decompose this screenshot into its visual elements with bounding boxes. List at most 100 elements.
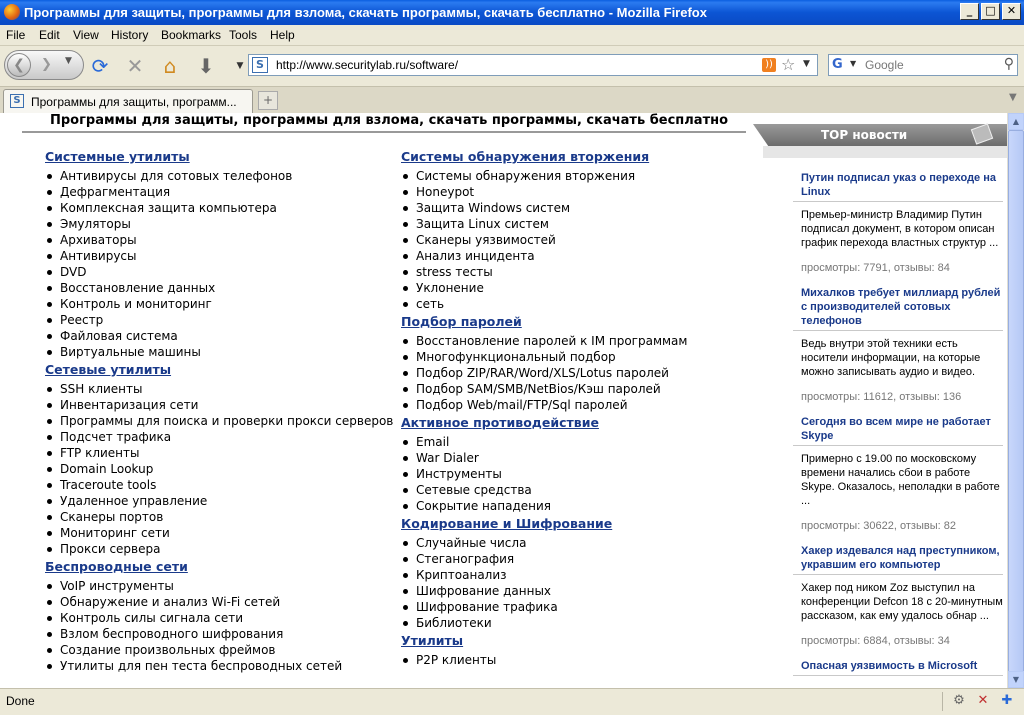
category-link[interactable]: Кодирование и Шифрование bbox=[401, 516, 612, 531]
search-box[interactable]: G ▼ Google ⚲ bbox=[828, 54, 1018, 76]
list-item-label[interactable]: War Dialer bbox=[416, 451, 479, 465]
list-item-label[interactable]: Стеганография bbox=[416, 552, 514, 566]
list-item-label[interactable]: stress тесты bbox=[416, 265, 493, 279]
list-item-label[interactable]: Инструменты bbox=[416, 467, 502, 481]
blocked-download-icon[interactable]: ✕ bbox=[975, 693, 991, 709]
stop-icon[interactable]: ✕ bbox=[123, 54, 147, 78]
list-item-label[interactable]: Сканеры уязвимостей bbox=[416, 233, 556, 247]
list-item-label[interactable]: Антивирусы для сотовых телефонов bbox=[60, 169, 292, 183]
category-link[interactable]: Системы обнаружения вторжения bbox=[401, 149, 649, 164]
news-headline-link[interactable]: Хакер издевался над преступником, укравш… bbox=[793, 544, 1003, 575]
list-item-label[interactable]: Прокси сервера bbox=[60, 542, 160, 556]
list-item-label[interactable]: Подбор SAM/SMB/NetBios/Кэш паролей bbox=[416, 382, 661, 396]
close-button[interactable]: ✕ bbox=[1002, 3, 1021, 20]
scroll-down-button[interactable]: ▼ bbox=[1008, 671, 1024, 688]
category-link[interactable]: Активное противодействие bbox=[401, 415, 599, 430]
url-dropdown-icon[interactable]: ▼ bbox=[803, 59, 810, 69]
list-item-label[interactable]: Honeypot bbox=[416, 185, 474, 199]
list-item-label[interactable]: Виртуальные машины bbox=[60, 345, 201, 359]
list-item-label[interactable]: Удаленное управление bbox=[60, 494, 207, 508]
list-item-label[interactable]: Контроль и мониторинг bbox=[60, 297, 212, 311]
category-link[interactable]: Утилиты bbox=[401, 633, 463, 648]
news-headline-link[interactable]: Опасная уязвимость в Microsoft bbox=[793, 659, 1003, 676]
list-item-label[interactable]: Комплексная защита компьютера bbox=[60, 201, 277, 215]
category-link[interactable]: Системные утилиты bbox=[45, 149, 190, 164]
search-input[interactable]: Google bbox=[865, 58, 904, 72]
google-engine-icon[interactable]: G bbox=[832, 57, 848, 73]
list-item-label[interactable]: VoIP инструменты bbox=[60, 579, 174, 593]
menu-history[interactable]: History bbox=[111, 28, 148, 42]
list-item-label[interactable]: Мониторинг сети bbox=[60, 526, 170, 540]
list-item-label[interactable]: Сетевые средства bbox=[416, 483, 532, 497]
list-item-label[interactable]: Подсчет трафика bbox=[60, 430, 171, 444]
list-item-label[interactable]: FTP клиенты bbox=[60, 446, 139, 460]
category-link[interactable]: Сетевые утилиты bbox=[45, 362, 171, 377]
forward-button[interactable]: ❯ bbox=[41, 57, 52, 72]
url-bar[interactable]: S http://www.securitylab.ru/software/ ))… bbox=[248, 54, 818, 76]
back-button[interactable]: ❮ bbox=[7, 53, 31, 77]
news-headline-link[interactable]: Михалков требует миллиард рублей с произ… bbox=[793, 286, 1003, 331]
list-item-label[interactable]: DVD bbox=[60, 265, 86, 279]
engine-dropdown-icon[interactable]: ▼ bbox=[850, 59, 856, 68]
list-item-label[interactable]: Утилиты для пен теста беспроводных сетей bbox=[60, 659, 342, 673]
bookmark-star-icon[interactable]: ☆ bbox=[781, 55, 795, 74]
menu-bookmarks[interactable]: Bookmarks bbox=[161, 28, 221, 42]
list-item-label[interactable]: Архиваторы bbox=[60, 233, 137, 247]
list-item-label[interactable]: Анализ инцидента bbox=[416, 249, 535, 263]
addon-status-icon[interactable]: ✚ bbox=[999, 693, 1015, 709]
list-item-label[interactable]: Создание произвольных фреймов bbox=[60, 643, 276, 657]
menu-view[interactable]: View bbox=[73, 28, 99, 42]
news-headline-link[interactable]: Сегодня во всем мире не работает Skype bbox=[793, 415, 1003, 446]
list-item-label[interactable]: Эмуляторы bbox=[60, 217, 131, 231]
download-icon[interactable]: ⬇ bbox=[194, 54, 218, 78]
network-icon[interactable]: ⚙ bbox=[951, 693, 967, 709]
list-item-label[interactable]: Дефрагментация bbox=[60, 185, 170, 199]
list-item-label[interactable]: Файловая система bbox=[60, 329, 178, 343]
list-item-label[interactable]: Email bbox=[416, 435, 449, 449]
list-item-label[interactable]: Сокрытие нападения bbox=[416, 499, 551, 513]
list-item-label[interactable]: Системы обнаружения вторжения bbox=[416, 169, 635, 183]
list-item-label[interactable]: сеть bbox=[416, 297, 444, 311]
rss-feed-icon[interactable]: )) bbox=[762, 58, 776, 72]
list-item-label[interactable]: Защита Windows систем bbox=[416, 201, 570, 215]
list-item-label[interactable]: Шифрование трафика bbox=[416, 600, 558, 614]
new-tab-button[interactable]: + bbox=[258, 91, 278, 110]
menu-help[interactable]: Help bbox=[270, 28, 295, 42]
list-item-label[interactable]: Случайные числа bbox=[416, 536, 526, 550]
tab-list-icon[interactable]: ▼ bbox=[1009, 92, 1017, 103]
list-item-label[interactable]: Антивирусы bbox=[60, 249, 137, 263]
list-item-label[interactable]: Восстановление данных bbox=[60, 281, 215, 295]
list-item-label[interactable]: Обнаружение и анализ Wi-Fi сетей bbox=[60, 595, 280, 609]
list-item-label[interactable]: Шифрование данных bbox=[416, 584, 551, 598]
list-item-label[interactable]: Подбор ZIP/RAR/Word/XLS/Lotus паролей bbox=[416, 366, 669, 380]
maximize-button[interactable]: □ bbox=[981, 3, 1000, 20]
list-item-label[interactable]: SSH клиенты bbox=[60, 382, 142, 396]
list-item-label[interactable]: Многофункциональный подбор bbox=[416, 350, 616, 364]
list-item-label[interactable]: Защита Linux систем bbox=[416, 217, 549, 231]
list-item-label[interactable]: Реестр bbox=[60, 313, 103, 327]
list-item-label[interactable]: Восстановление паролей к IM программам bbox=[416, 334, 687, 348]
list-item-label[interactable]: Traceroute tools bbox=[60, 478, 156, 492]
search-icon[interactable]: ⚲ bbox=[1004, 56, 1014, 72]
list-item-label[interactable]: P2P клиенты bbox=[416, 653, 496, 667]
list-item-label[interactable]: Библиотеки bbox=[416, 616, 492, 630]
tab-active[interactable]: S Программы для защиты, программ... bbox=[3, 89, 253, 113]
vertical-scrollbar[interactable]: ▲ ▼ bbox=[1007, 113, 1024, 688]
reload-icon[interactable]: ⟳ bbox=[88, 54, 112, 78]
home-icon[interactable]: ⌂ bbox=[158, 54, 182, 78]
scroll-up-button[interactable]: ▲ bbox=[1008, 113, 1024, 130]
minimize-button[interactable]: _ bbox=[960, 3, 979, 20]
list-item-label[interactable]: Подбор Web/mail/FTP/Sql паролей bbox=[416, 398, 628, 412]
scroll-thumb[interactable] bbox=[1008, 130, 1024, 675]
history-dropdown-icon[interactable]: ▼ bbox=[65, 56, 72, 66]
list-item-label[interactable]: Криптоанализ bbox=[416, 568, 507, 582]
news-headline-link[interactable]: Путин подписал указ о переходе на Linux bbox=[793, 171, 1003, 202]
category-link[interactable]: Беспроводные сети bbox=[45, 559, 188, 574]
list-item-label[interactable]: Программы для поиска и проверки прокси с… bbox=[60, 414, 393, 428]
list-item-label[interactable]: Сканеры портов bbox=[60, 510, 163, 524]
url-text[interactable]: http://www.securitylab.ru/software/ bbox=[276, 58, 458, 72]
menu-edit[interactable]: Edit bbox=[39, 28, 60, 42]
list-item-label[interactable]: Контроль силы сигнала сети bbox=[60, 611, 243, 625]
list-item-label[interactable]: Взлом беспроводного шифрования bbox=[60, 627, 283, 641]
list-item-label[interactable]: Domain Lookup bbox=[60, 462, 153, 476]
